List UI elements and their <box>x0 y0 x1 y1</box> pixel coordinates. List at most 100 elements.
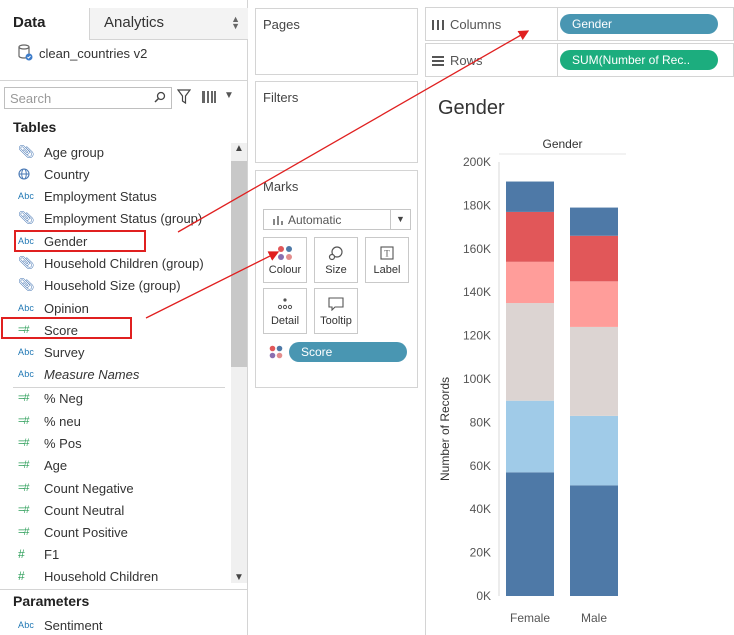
field-measure-names[interactable]: Abc Measure Names <box>0 363 230 385</box>
y-axis-label: Number of Records <box>438 377 452 481</box>
pages-card-title: Pages <box>263 17 300 32</box>
colour-button[interactable]: Colour <box>263 237 307 283</box>
divider <box>0 589 248 590</box>
search-input[interactable]: Search <box>4 87 172 109</box>
label-button[interactable]: T Label <box>365 237 409 283</box>
rows-shelf[interactable]: Rows SUM(Number of Rec.. <box>425 43 734 77</box>
chart: Gender 0K 20K 40K 60K 80K 100K 120K 140K 160K 180K… <box>438 137 626 625</box>
tab-scroll-icon[interactable]: ▲ ▼ <box>231 15 240 31</box>
tab-data[interactable]: Data <box>0 8 90 40</box>
bin-measure-icon: =# <box>18 526 30 538</box>
abc-icon: Abc <box>18 303 35 313</box>
y-tick-label: 100K <box>463 372 491 386</box>
bar-segment <box>506 400 554 473</box>
field-employment-status-group[interactable]: 📎︎ Employment Status (group) <box>0 207 230 229</box>
score-colour-pill[interactable]: Score <box>289 342 407 362</box>
tables-header: Tables <box>13 119 57 135</box>
field-label: Count Positive <box>44 524 128 540</box>
abc-icon: Abc <box>18 369 35 379</box>
search-placeholder: Search <box>10 91 52 106</box>
paperclip-icon: 📎︎ <box>18 277 35 292</box>
view-area: Gender Gender 0K 20K 40K 60K 80K 100K 120K 140K 1… <box>425 80 734 635</box>
field-opinion[interactable]: Abc Opinion <box>0 297 230 319</box>
columns-shelf[interactable]: Columns Gender <box>425 7 734 41</box>
view-list-icon[interactable] <box>202 91 216 103</box>
bar-segment <box>570 281 618 327</box>
pages-card[interactable]: Pages <box>255 8 418 75</box>
detail-button[interactable]: Detail <box>263 288 307 334</box>
field-pct-neg[interactable]: =# % Neg <box>0 387 230 409</box>
abc-icon: Abc <box>18 620 35 630</box>
field-age[interactable]: =# Age <box>0 454 230 476</box>
tab-analytics-label: Analytics <box>104 14 165 31</box>
bar-segment <box>570 415 618 486</box>
field-count-neutral[interactable]: =# Count Neutral <box>0 499 230 521</box>
marks-card-title: Marks <box>263 179 299 194</box>
field-label: Measure Names <box>44 366 140 382</box>
y-tick-label: 120K <box>463 329 491 343</box>
rows-icon <box>432 55 444 66</box>
datasource[interactable]: clean_countries v2 <box>17 44 147 62</box>
colour-label: Colour <box>268 264 302 276</box>
mark-type-dropdown[interactable]: Automatic ▼ <box>263 209 411 230</box>
data-pane: Data Analytics ▲ ▼ clean_countries v2 Sea… <box>0 0 248 635</box>
chevron-down-icon[interactable]: ▼ <box>234 572 244 583</box>
field-count-negative[interactable]: =# Count Negative <box>0 477 230 499</box>
globe-icon <box>0 168 44 180</box>
gender-columns-pill[interactable]: Gender <box>560 14 718 34</box>
field-label: Count Negative <box>44 480 134 496</box>
y-tick-label: 140K <box>463 285 491 299</box>
label-label: Label <box>373 264 401 276</box>
rows-shelf-label: Rows <box>432 53 483 68</box>
colour-icon <box>264 238 306 264</box>
size-button[interactable]: Size <box>314 237 358 283</box>
bin-measure-icon: =# <box>18 482 30 494</box>
field-label: Age group <box>44 144 104 160</box>
columns-icon <box>432 19 444 30</box>
bar-segment <box>570 207 618 236</box>
filter-icon[interactable] <box>177 89 191 105</box>
field-pct-pos[interactable]: =# % Pos <box>0 432 230 454</box>
field-household-children-group[interactable]: 📎︎ Household Children (group) <box>0 252 230 274</box>
filters-card[interactable]: Filters <box>255 81 418 163</box>
field-country[interactable]: Country <box>0 163 230 185</box>
tooltip-button[interactable]: Tooltip <box>314 288 358 334</box>
score-highlight-box <box>1 317 132 339</box>
chevron-down-icon[interactable]: ▼ <box>390 210 410 229</box>
chevron-up-icon[interactable]: ▲ <box>234 143 244 154</box>
y-tick-label: 0K <box>476 589 491 603</box>
field-pct-neu[interactable]: =# % neu <box>0 410 230 432</box>
x-tick-label: Male <box>581 611 607 625</box>
y-tick-label: 200K <box>463 155 491 169</box>
paperclip-icon: 📎︎ <box>18 255 35 270</box>
field-age-group[interactable]: 📎︎ Age group <box>0 141 230 163</box>
field-count-positive[interactable]: =# Count Positive <box>0 521 230 543</box>
field-label: F1 <box>44 546 60 562</box>
field-survey[interactable]: Abc Survey <box>0 341 230 363</box>
fields-scrollbar[interactable]: ▲ ▼ <box>231 143 247 583</box>
param-label: Sentiment <box>44 617 103 633</box>
data-pane-tabs: Data Analytics ▲ ▼ <box>0 0 248 40</box>
bin-measure-icon: =# <box>18 437 30 449</box>
param-sentiment[interactable]: Abc Sentiment <box>0 614 230 635</box>
field-employment-status[interactable]: Abc Employment Status <box>0 185 230 207</box>
bin-measure-icon: =# <box>18 392 30 404</box>
scrollbar-thumb[interactable] <box>231 161 247 367</box>
field-label: Household Children <box>44 568 159 584</box>
gender-highlight-box <box>14 230 146 252</box>
field-household-size-group[interactable]: 📎︎ Household Size (group) <box>0 274 230 296</box>
bar-segment <box>506 261 554 304</box>
field-f1[interactable]: # F1 <box>0 543 230 565</box>
y-tick-label: 60K <box>470 459 491 473</box>
detail-icon <box>264 289 306 315</box>
chevron-down-icon[interactable]: ▼ <box>224 90 234 101</box>
hash-icon: # <box>18 547 25 561</box>
tab-analytics[interactable]: Analytics ▲ ▼ <box>90 8 248 40</box>
datasource-name: clean_countries v2 <box>39 45 148 61</box>
divider <box>0 80 248 81</box>
sum-records-rows-pill[interactable]: SUM(Number of Rec.. <box>560 50 718 70</box>
field-household-children[interactable]: # Household Children <box>0 565 230 587</box>
paperclip-icon: 📎︎ <box>18 210 35 225</box>
chart-header: Gender <box>542 137 582 151</box>
bar-segment <box>570 326 618 416</box>
